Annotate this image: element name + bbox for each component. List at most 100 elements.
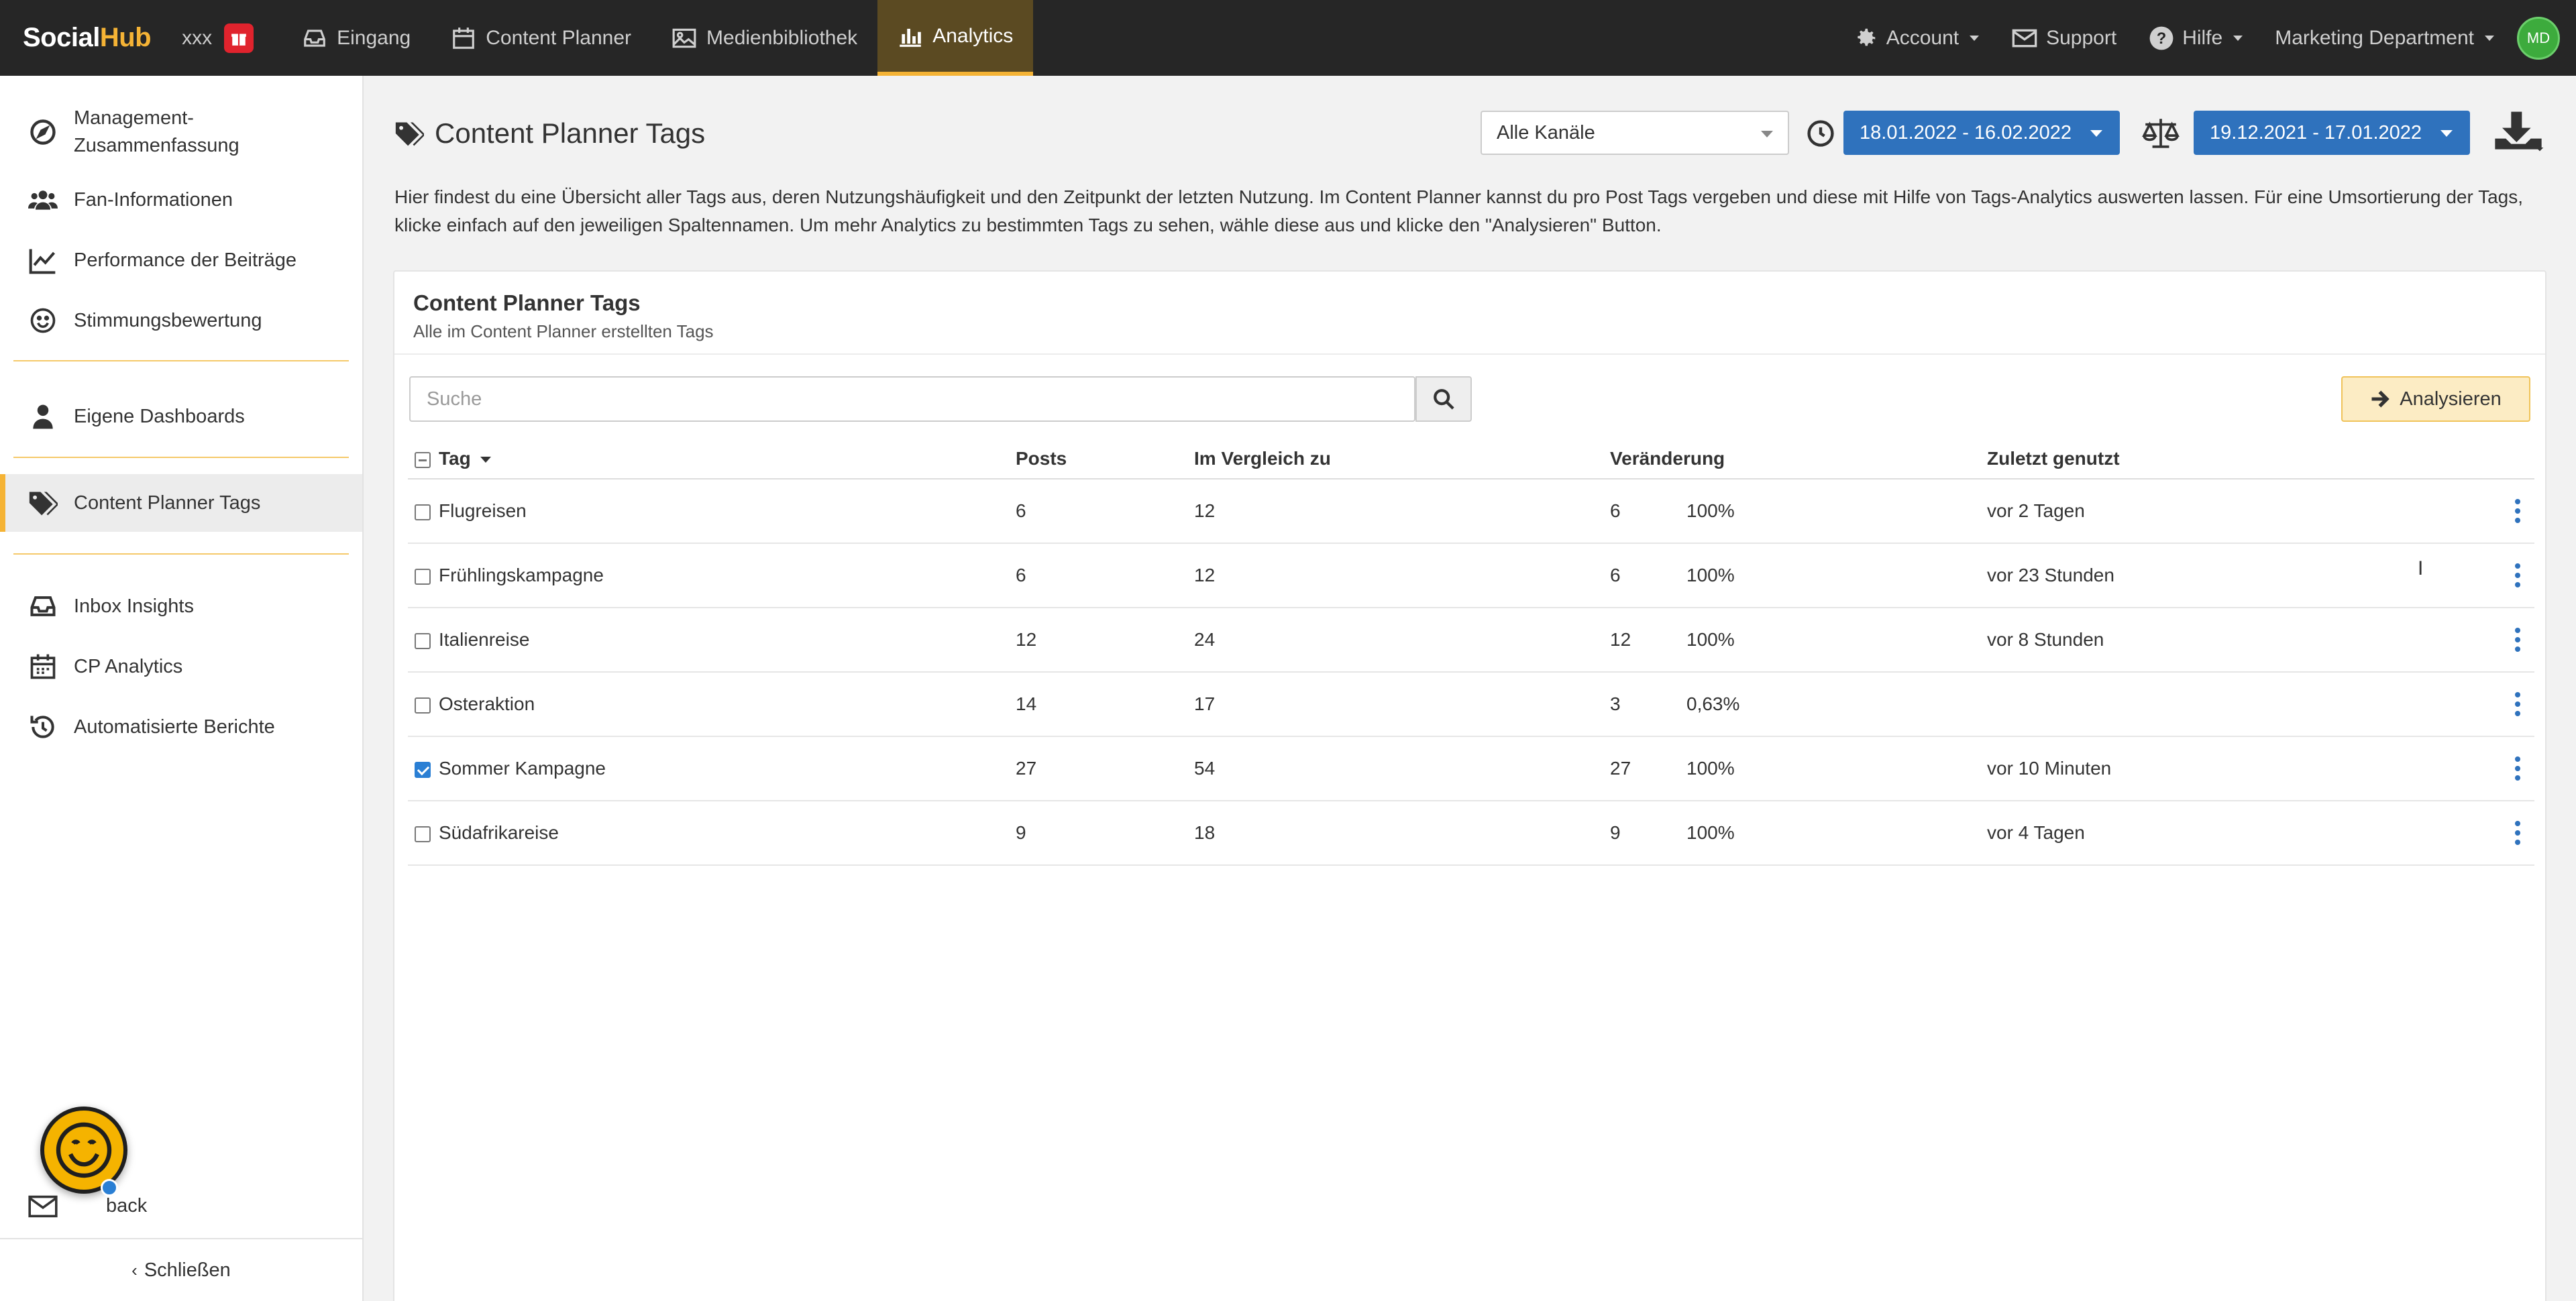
row-menu-button[interactable] xyxy=(2514,692,2521,716)
user-nav: Account Support ? Hilfe Marketing Depart… xyxy=(1837,0,2576,76)
socialhub-logo[interactable]: SocialHub xyxy=(23,23,152,53)
page-description: Hier findest du eine Übersicht aller Tag… xyxy=(394,186,2524,235)
row-checkbox[interactable] xyxy=(415,758,431,779)
users-icon xyxy=(28,190,58,210)
envelope-icon xyxy=(28,1194,58,1222)
history-icon xyxy=(30,716,54,738)
sidebar-item-content-planner-tags[interactable]: Content Planner Tags xyxy=(0,474,362,532)
account-menu[interactable]: Account xyxy=(1837,25,1995,51)
table-row[interactable]: Italienreise 12 24 12 100% vor 8 Stunden xyxy=(408,608,2534,673)
row-menu-button[interactable] xyxy=(2514,821,2521,845)
row-checkbox[interactable] xyxy=(415,693,431,715)
row-menu-button[interactable] xyxy=(2514,628,2521,652)
sidebar-item-management-summary[interactable]: Management- Zusammenfassung xyxy=(0,101,362,163)
column-header-last-used[interactable]: Zuletzt genutzt xyxy=(1987,448,2120,469)
sidebar-item-stimmungsbewertung[interactable]: Stimmungsbewertung xyxy=(0,297,362,344)
nav-item-medienbibliothek[interactable]: Medienbibliothek xyxy=(651,0,877,76)
row-checkbox[interactable] xyxy=(415,629,431,650)
sidebar-item-performance[interactable]: Performance der Beiträge xyxy=(0,237,362,284)
table-row[interactable]: Frühlingskampagne 6 12 6 100% vor 23 Stunden xyxy=(408,544,2534,608)
svg-text:?: ? xyxy=(2157,29,2167,47)
column-header-change[interactable]: Veränderung xyxy=(1610,448,1725,469)
tags-icon xyxy=(29,492,58,516)
search-input[interactable]: Suche xyxy=(409,376,1415,422)
column-header-posts[interactable]: Posts xyxy=(1016,448,1067,469)
tag-name: Osteraktion xyxy=(439,693,535,714)
row-menu-button[interactable] xyxy=(2514,756,2521,781)
row-checkbox[interactable] xyxy=(415,500,431,522)
chevron-down-icon xyxy=(2090,130,2102,137)
chevron-left-icon: ‹ xyxy=(131,1259,138,1280)
calendar-icon xyxy=(453,27,475,49)
change-value: 6 xyxy=(1610,500,1621,521)
row-menu-button[interactable] xyxy=(2514,563,2521,587)
table-row[interactable]: Flugreisen 6 12 6 100% vor 2 Tagen xyxy=(408,479,2534,544)
download-icon[interactable] xyxy=(2491,109,2545,157)
arrow-right-icon xyxy=(2371,390,2390,408)
sidebar-close-button[interactable]: ‹ Schließen xyxy=(0,1238,362,1301)
bar-chart-icon xyxy=(900,28,922,47)
balance-scale-icon xyxy=(2141,116,2180,153)
sidebar-item-automatisierte-berichte[interactable]: Automatisierte Berichte xyxy=(0,703,362,750)
tag-name: Italienreise xyxy=(439,629,530,650)
compare-count: 54 xyxy=(1194,758,1216,779)
inbox-icon xyxy=(304,29,325,47)
card-subtitle: Alle im Content Planner erstellten Tags xyxy=(413,321,714,341)
sidebar-item-fan-informationen[interactable]: Fan-Informationen xyxy=(0,176,362,223)
workspace-switcher[interactable]: xxx xyxy=(182,23,254,53)
posts-count: 27 xyxy=(1016,758,1037,779)
column-header-tag[interactable]: Tag xyxy=(439,448,491,469)
analyze-button[interactable]: Analysieren xyxy=(2341,376,2530,422)
change-value: 12 xyxy=(1610,629,1631,650)
clock-icon xyxy=(1806,119,1835,152)
compare-count: 17 xyxy=(1194,693,1216,714)
channel-select[interactable]: Alle Kanäle xyxy=(1481,111,1789,155)
smile-icon xyxy=(30,308,56,333)
user-icon xyxy=(33,404,53,429)
tags-table: Tag Posts Im Vergleich zu Veränderung Zu… xyxy=(408,439,2534,866)
table-body: Flugreisen 6 12 6 100% vor 2 Tagen Frühlingska… xyxy=(408,479,2534,866)
avatar[interactable]: MD xyxy=(2517,16,2560,60)
tag-name: Flugreisen xyxy=(439,500,527,521)
gift-icon[interactable] xyxy=(224,23,254,53)
chevron-down-icon xyxy=(2440,130,2453,137)
gear-icon xyxy=(1857,28,1875,46)
sidebar-item-cp-analytics[interactable]: CP Analytics xyxy=(0,643,362,690)
support-link[interactable]: Support xyxy=(1995,25,2133,52)
smiley-icon xyxy=(56,1122,112,1178)
kebab-icon xyxy=(2514,692,2521,716)
help-menu[interactable]: ? Hilfe xyxy=(2133,25,2259,51)
select-all-checkbox[interactable] xyxy=(415,448,431,469)
sidebar-item-eigene-dashboards[interactable]: Eigene Dashboards xyxy=(0,393,362,440)
compare-range-picker[interactable]: 19.12.2021 - 17.01.2022 xyxy=(2194,111,2470,155)
row-menu-button[interactable] xyxy=(2514,499,2521,523)
posts-count: 6 xyxy=(1016,565,1026,585)
change-value: 6 xyxy=(1610,565,1621,585)
nav-item-eingang[interactable]: Eingang xyxy=(282,0,431,76)
table-row[interactable]: Südafrikareise 9 18 9 100% vor 4 Tagen xyxy=(408,801,2534,866)
department-menu[interactable]: Marketing Department xyxy=(2259,27,2510,50)
question-circle-icon: ? xyxy=(2149,26,2174,50)
change-percent: 100% xyxy=(1686,565,1735,585)
table-row[interactable]: Sommer Kampagne 27 54 27 100% vor 10 Minuten xyxy=(408,737,2534,801)
workspace-name: xxx xyxy=(182,26,213,49)
compare-count: 24 xyxy=(1194,629,1216,650)
row-checkbox[interactable] xyxy=(415,565,431,586)
posts-count: 9 xyxy=(1016,822,1026,843)
calendar-icon xyxy=(30,654,56,679)
row-checkbox[interactable] xyxy=(415,822,431,844)
change-percent: 100% xyxy=(1686,500,1735,521)
last-used: vor 8 Stunden xyxy=(1987,629,2104,650)
card-divider xyxy=(394,353,2545,355)
sidebar-item-inbox-insights[interactable]: Inbox Insights xyxy=(0,583,362,630)
search-button[interactable] xyxy=(1415,376,1472,422)
nav-item-analytics[interactable]: Analytics xyxy=(877,0,1034,76)
sidebar-divider xyxy=(13,553,349,555)
kebab-icon xyxy=(2514,499,2521,523)
date-range-picker[interactable]: 18.01.2022 - 16.02.2022 xyxy=(1843,111,2120,155)
column-header-compare[interactable]: Im Vergleich zu xyxy=(1194,448,1331,469)
chevron-down-icon xyxy=(2233,35,2243,41)
nav-item-content-planner[interactable]: Content Planner xyxy=(431,0,651,76)
card-title: Content Planner Tags xyxy=(413,290,641,315)
table-row[interactable]: Osteraktion 14 17 3 0,63% xyxy=(408,673,2534,737)
